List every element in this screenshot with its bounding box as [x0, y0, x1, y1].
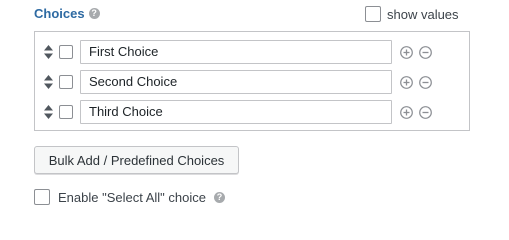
sort-arrows-icon[interactable]: [44, 45, 53, 59]
minus-circle-icon[interactable]: [419, 75, 432, 89]
plus-circle-icon[interactable]: [400, 45, 413, 59]
show-values-label[interactable]: show values: [387, 7, 459, 22]
select-all-label[interactable]: Enable "Select All" choice: [58, 190, 206, 205]
choice-row: Third Choice: [35, 99, 469, 125]
plus-circle-icon[interactable]: [400, 75, 413, 89]
choices-list: First Choice Second Choice Third Choice: [34, 31, 470, 131]
minus-circle-icon[interactable]: [419, 105, 432, 119]
bulk-add-button[interactable]: Bulk Add / Predefined Choices: [34, 146, 239, 174]
sort-arrows-icon[interactable]: [44, 105, 53, 119]
help-icon[interactable]: ?: [213, 191, 225, 203]
choices-title: Choices ?: [34, 6, 100, 21]
choice-label-input[interactable]: First Choice: [80, 40, 392, 64]
select-all-checkbox[interactable]: [34, 189, 50, 205]
sort-arrows-icon[interactable]: [44, 75, 53, 89]
minus-circle-icon[interactable]: [419, 45, 432, 59]
help-icon[interactable]: ?: [88, 8, 100, 19]
choices-title-label: Choices: [34, 6, 85, 21]
choice-label-input[interactable]: Second Choice: [80, 70, 392, 94]
show-values-toggle[interactable]: show values: [365, 6, 459, 22]
choice-default-checkbox[interactable]: [59, 45, 73, 59]
plus-circle-icon[interactable]: [400, 105, 413, 119]
choice-row: First Choice: [35, 39, 469, 65]
choice-label-input[interactable]: Third Choice: [80, 100, 392, 124]
choice-row: Second Choice: [35, 69, 469, 95]
choices-panel: Choices ? show values First Choice Secon…: [0, 0, 509, 207]
choice-default-checkbox[interactable]: [59, 105, 73, 119]
select-all-option[interactable]: Enable "Select All" choice ?: [34, 189, 225, 205]
choice-default-checkbox[interactable]: [59, 75, 73, 89]
show-values-checkbox[interactable]: [365, 6, 381, 22]
